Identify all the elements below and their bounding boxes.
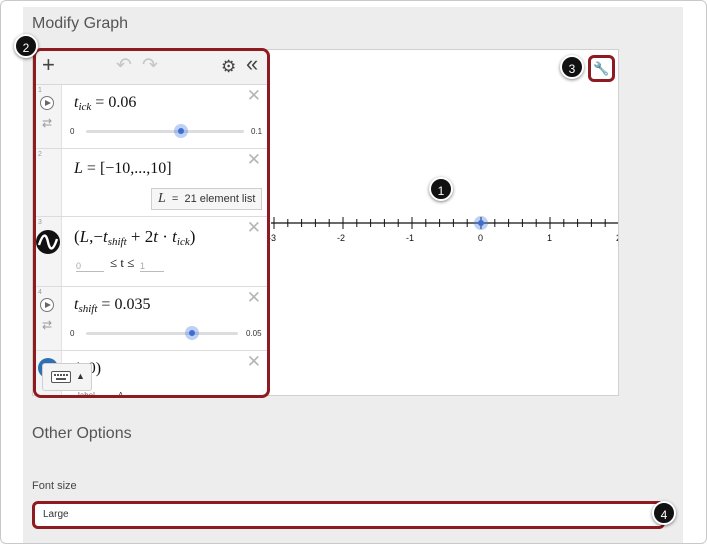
domain-condition: ≤ t ≤ (110, 255, 134, 271)
caret-up-icon: ▲ (76, 371, 85, 381)
font-size-label: Font size (32, 480, 77, 492)
font-size-select[interactable]: Large (32, 501, 665, 529)
slider-knob[interactable] (185, 326, 200, 340)
list-expression[interactable]: L = [−10,...,10] (74, 160, 172, 178)
callout-badge-4: 4 (652, 501, 676, 525)
variable-subscript: ick (78, 101, 92, 113)
graph-settings-button[interactable]: 🔧 (588, 55, 615, 82)
domain-upper-input[interactable]: 1 (140, 261, 164, 272)
parametric-expression[interactable]: (L,−tshift + 2t · tick) (74, 227, 195, 248)
wrench-icon: 🔧 (593, 61, 610, 76)
close-icon[interactable]: ✕ (247, 219, 261, 236)
plus-icon[interactable]: + (42, 54, 55, 76)
slider-expression[interactable]: tick = 0.06 (74, 94, 136, 113)
expression-toolbar: + ↶ ↷ ⚙ « (36, 51, 267, 85)
close-icon[interactable]: ✕ (247, 87, 261, 104)
loop-icon[interactable]: ⇄ (42, 318, 52, 332)
callout-badge-2: 2 (14, 34, 38, 58)
tick-label: 0 (478, 233, 483, 243)
variable-subscript: shift (78, 303, 98, 315)
expression-index: 3 (38, 219, 42, 226)
domain-lower-input[interactable]: 0 (76, 261, 104, 272)
expression-index: 1 (38, 87, 42, 94)
slider-min: 0 (70, 329, 75, 338)
callout-badge-1: 1 (429, 177, 453, 201)
expression-gutter: 4 ⇄ (36, 287, 62, 350)
expression-gutter: 3 (36, 217, 62, 286)
close-icon[interactable]: ✕ (247, 289, 261, 306)
keyboard-toggle-button[interactable]: ▲ (42, 363, 92, 391)
modify-graph-heading: Modify Graph (32, 15, 129, 32)
badge-variable: L (158, 191, 166, 206)
slider-expression[interactable]: tshift = 0.035 (74, 296, 150, 315)
tick-label: 2 (616, 233, 618, 243)
play-icon[interactable] (40, 298, 54, 312)
gear-icon[interactable]: ⚙ (221, 56, 236, 78)
domain-condition-text: ≤ t ≤ (110, 255, 135, 270)
slider-min: 0 (70, 127, 75, 136)
window-frame: Modify Graph -3-2-1012 + ↶ ↷ ⚙ « 1 ⇄ (0, 0, 707, 544)
expression-gutter: 1 ⇄ (36, 85, 62, 148)
expression-row-4[interactable]: 4 ⇄ tshift = 0.035 0 0.05 ✕ (36, 287, 267, 351)
slider-max: 0.05 (246, 329, 262, 338)
slider-track[interactable] (86, 332, 238, 335)
expression-row-1[interactable]: 1 ⇄ tick = 0.06 0 0.1 ✕ (36, 85, 267, 149)
close-icon[interactable]: ✕ (247, 353, 261, 370)
close-icon[interactable]: ✕ (247, 151, 261, 168)
other-options-heading: Other Options (32, 425, 132, 442)
slider-value: 0.035 (114, 296, 151, 313)
callout-badge-3: 3 (560, 55, 584, 79)
wave-style-icon[interactable] (35, 229, 61, 255)
expression-row-3[interactable]: 3 (L,−tshift + 2t · tick) 0 ≤ t ≤ 1 ✕ (36, 217, 267, 287)
keyboard-icon (51, 371, 71, 383)
expression-index: 2 (38, 151, 42, 158)
badge-text: 21 element list (184, 193, 256, 205)
expression-index: 4 (38, 289, 42, 296)
play-icon[interactable] (40, 96, 54, 110)
redo-icon[interactable]: ↷ (142, 55, 158, 77)
tick-label: 1 (547, 233, 552, 243)
label-value[interactable]: A (118, 391, 123, 395)
undo-icon[interactable]: ↶ (116, 55, 132, 77)
label-checkbox-text[interactable]: label (78, 391, 95, 395)
double-chevron-left-icon[interactable]: « (246, 53, 258, 75)
element-list-badge: L = 21 element list (151, 188, 263, 210)
point-marker[interactable] (478, 220, 484, 226)
slider-track[interactable] (86, 130, 244, 133)
tick-label: -2 (337, 233, 345, 243)
list-name: L (74, 160, 83, 177)
slider-max: 0.1 (251, 127, 263, 136)
slider-value: 0.06 (108, 94, 137, 111)
loop-icon[interactable]: ⇄ (42, 116, 52, 130)
expression-gutter: 2 (36, 149, 62, 216)
expression-row-2[interactable]: 2 L = [−10,...,10] L = 21 element list ✕ (36, 149, 267, 217)
expression-panel: + ↶ ↷ ⚙ « 1 ⇄ tick = 0.06 0 0.1 ✕ 2 L = … (33, 48, 270, 398)
tick-label: -1 (406, 233, 414, 243)
list-definition: [−10,...,10] (99, 160, 172, 177)
slider-knob[interactable] (173, 124, 188, 138)
